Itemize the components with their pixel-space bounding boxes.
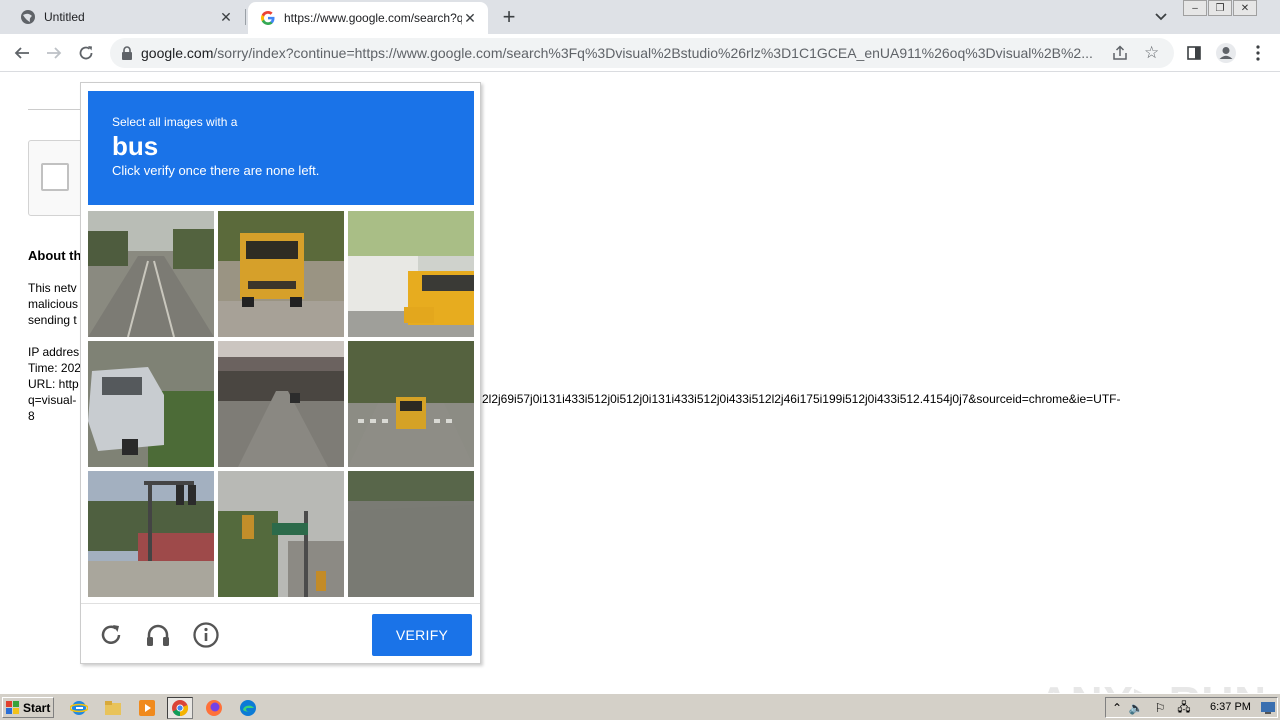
clock[interactable]: 6:37 PM: [1210, 701, 1251, 713]
tab-untitled[interactable]: Untitled ✕: [0, 0, 244, 34]
address-bar[interactable]: google.com/sorry/index?continue=https://…: [110, 38, 1174, 68]
instruction-text: Select all images with a: [112, 115, 238, 129]
restore-icon[interactable]: ❐: [1208, 0, 1232, 16]
reload-icon[interactable]: [74, 41, 98, 65]
windows-logo-icon: [6, 700, 20, 715]
image-tile-road-with-trees[interactable]: [88, 211, 214, 337]
divider: [28, 109, 80, 110]
info-line: URL: http: [28, 377, 79, 391]
browser-toolbar: google.com/sorry/index?continue=https://…: [0, 34, 1280, 72]
url-path: /sorry/index?continue=https://www.google…: [213, 45, 1093, 61]
audio-challenge-icon[interactable]: [143, 620, 173, 650]
info-line: q=visual-: [28, 393, 77, 407]
google-icon: [260, 10, 276, 26]
tab-strip: Untitled ✕ https://www.google.com/search…: [0, 0, 1280, 34]
image-tile-empty-road[interactable]: [348, 471, 474, 597]
system-tray: ⌃ 🔈 ⚐ 🖧 6:37 PM: [1105, 697, 1278, 718]
tray-expand-icon[interactable]: ⌃: [1109, 700, 1125, 716]
windows-taskbar: Start ⌃ 🔈 ⚐ 🖧 6:37 PM: [0, 693, 1280, 720]
about-heading: About th: [28, 248, 82, 263]
url-text[interactable]: google.com/sorry/index?continue=https://…: [141, 45, 1111, 61]
paragraph-line: malicious: [28, 297, 79, 311]
image-tile-school-bus-intersection[interactable]: [348, 341, 474, 467]
minimize-icon[interactable]: –: [1183, 0, 1207, 16]
profile-avatar-icon[interactable]: [1214, 41, 1238, 65]
instruction-subtext: Click verify once there are none left.: [112, 163, 320, 178]
url-host: google.com: [141, 45, 214, 61]
tab-separator: [245, 9, 246, 25]
edge-icon[interactable]: [235, 697, 261, 719]
challenge-header: Select all images with a bus Click verif…: [88, 91, 474, 205]
info-icon[interactable]: [191, 620, 221, 650]
media-player-icon[interactable]: [134, 697, 160, 719]
info-line: IP addres: [28, 345, 80, 359]
lock-icon[interactable]: [120, 45, 134, 61]
tab-title: https://www.google.com/search?q=: [284, 11, 462, 25]
image-tile-tunnel-road[interactable]: [218, 341, 344, 467]
target-object: bus: [112, 131, 159, 161]
tab-close-icon[interactable]: ✕: [218, 9, 234, 25]
window-controls: – ❐ ✕: [1182, 0, 1257, 16]
image-tile-traffic-light-street-sign[interactable]: [218, 471, 344, 597]
side-panel-icon[interactable]: [1182, 41, 1206, 65]
info-line: Time: 202: [28, 361, 81, 375]
image-tile-traffic-light-palms[interactable]: [88, 471, 214, 597]
paragraph-line: sending t: [28, 313, 77, 327]
image-tile-school-bus-front[interactable]: [348, 211, 474, 337]
volume-icon[interactable]: 🔈: [1128, 700, 1144, 716]
bookmark-star-icon[interactable]: ☆: [1144, 43, 1164, 63]
forward-arrow-icon[interactable]: [42, 41, 66, 65]
recaptcha-checkbox[interactable]: [41, 163, 69, 191]
verify-button[interactable]: VERIFY: [372, 614, 472, 656]
close-window-icon[interactable]: ✕: [1233, 0, 1257, 16]
kebab-menu-icon[interactable]: [1246, 41, 1270, 65]
show-desktop-icon[interactable]: [1260, 700, 1276, 716]
internet-explorer-icon[interactable]: [66, 697, 92, 719]
tab-close-icon[interactable]: ✕: [462, 10, 478, 26]
firefox-icon[interactable]: [201, 697, 227, 719]
tab-google-search[interactable]: https://www.google.com/search?q= ✕: [248, 2, 488, 34]
url-continuation-text: 2l2j69i57j0i131i433i512j0i512j0i131i433i…: [482, 392, 1121, 406]
file-explorer-icon[interactable]: [100, 697, 126, 719]
action-center-flag-icon[interactable]: ⚐: [1152, 700, 1168, 716]
image-grid: [88, 211, 474, 597]
share-icon[interactable]: [1111, 44, 1129, 62]
new-tab-button[interactable]: +: [497, 4, 521, 29]
info-line: 8: [28, 409, 35, 423]
page-content: About th This netv malicious sending t I…: [0, 73, 1280, 720]
tab-search-chevron-icon[interactable]: [1151, 8, 1171, 26]
start-button[interactable]: Start: [2, 697, 54, 718]
challenge-footer: VERIFY: [81, 603, 480, 664]
tab-title: Untitled: [44, 10, 85, 24]
back-arrow-icon[interactable]: [10, 41, 34, 65]
explanation-paragraph: This netv malicious sending t: [28, 280, 88, 328]
paragraph-line: This netv: [28, 281, 77, 295]
start-label: Start: [23, 700, 51, 715]
image-tile-school-bus-rear[interactable]: [218, 211, 344, 337]
recaptcha-challenge: Select all images with a bus Click verif…: [80, 82, 481, 664]
globe-icon: [20, 9, 36, 25]
recaptcha-checkbox-box: [28, 140, 88, 216]
chrome-icon[interactable]: [167, 697, 193, 719]
reload-challenge-icon[interactable]: [96, 620, 126, 650]
image-tile-parked-car[interactable]: [88, 341, 214, 467]
request-info: IP addres Time: 202 URL: http q=visual- …: [28, 344, 88, 424]
network-icon[interactable]: 🖧: [1176, 700, 1192, 716]
